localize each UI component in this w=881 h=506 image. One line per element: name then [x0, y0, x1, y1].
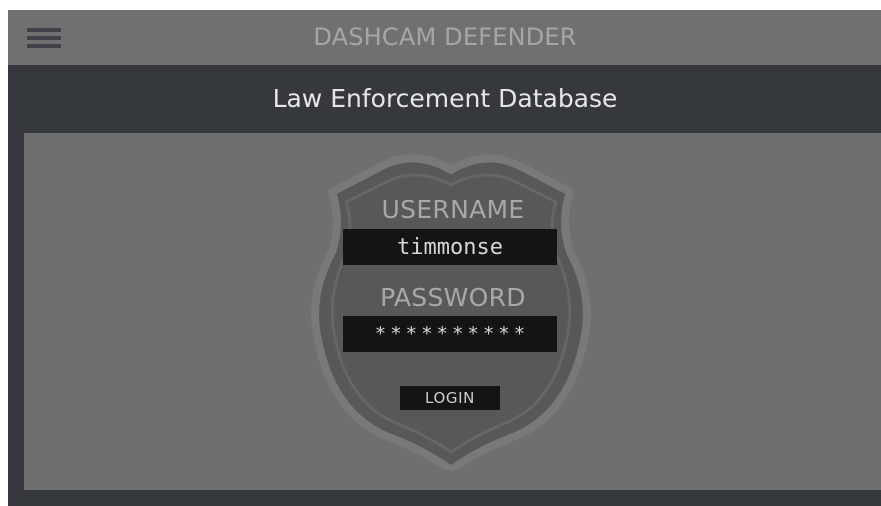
password-field[interactable] — [343, 316, 557, 352]
username-field[interactable] — [343, 229, 557, 265]
app-window: DASHCAM DEFENDER Law Enforcement Databas… — [8, 10, 881, 506]
top-bar: DASHCAM DEFENDER — [8, 10, 881, 65]
login-button[interactable]: LOGIN — [400, 386, 500, 410]
app-title: DASHCAM DEFENDER — [313, 23, 577, 51]
page-subtitle: Law Enforcement Database — [272, 84, 618, 113]
login-panel: USERNAME PASSWORD LOGIN — [24, 133, 881, 490]
username-label: USERNAME — [381, 195, 525, 224]
password-label: PASSWORD — [380, 283, 526, 312]
